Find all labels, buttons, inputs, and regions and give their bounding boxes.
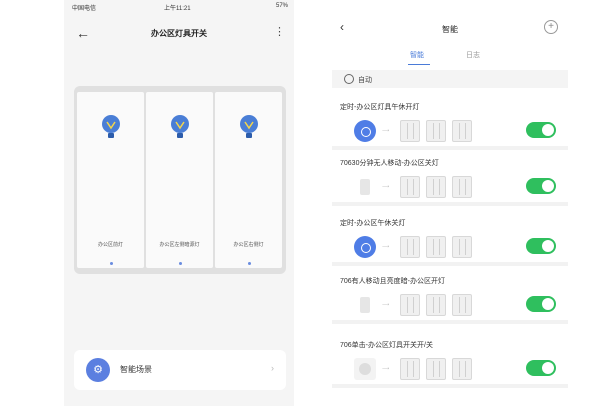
wireless-button-icon [354, 358, 376, 380]
automation-rule[interactable]: 70630分钟无人移动-办公区关灯 ⟶ [332, 150, 568, 206]
auto-section-header[interactable]: 自动 [332, 70, 568, 88]
switch-panel-icon [452, 236, 472, 258]
switch-panel-icon [400, 236, 420, 258]
rule-toggle[interactable] [526, 296, 556, 312]
rule-toggle[interactable] [526, 360, 556, 376]
arrow-icon: ⟶ [382, 128, 390, 134]
smart-automation-screen: ‹ 智能 + 智能 日志 自动 定时-办公区灯具午休开灯 ⟶ 70630分钟无人… [332, 0, 568, 406]
automation-rule[interactable]: 706单击-办公区灯具开关开/关 ⟶ [332, 332, 568, 388]
gang-label: 办公区右侧灯 [233, 242, 264, 248]
scene-label: 智能场景 [120, 365, 152, 374]
rule-title: 定时-办公区灯具午休开灯 [340, 104, 420, 111]
gang-label: 办公区前灯 [97, 242, 123, 248]
switch-panel-icon [400, 120, 420, 142]
indicator-dot [247, 262, 251, 265]
rule-toggle[interactable] [526, 122, 556, 138]
indicator-dot [109, 262, 113, 265]
rule-toggle[interactable] [526, 178, 556, 194]
automation-rule[interactable]: 706有人移动且亮度暗-办公区开灯 ⟶ [332, 268, 568, 324]
rule-title: 706单击-办公区灯具开关开/关 [340, 342, 433, 349]
radio-icon[interactable] [344, 74, 354, 84]
switch-panel-icon [400, 294, 420, 316]
tab-smart[interactable]: 智能 [410, 50, 424, 60]
switch-panel-icon [452, 176, 472, 198]
bulb-icon [101, 115, 120, 138]
arrow-icon: ⟶ [382, 302, 390, 308]
indicator-dot [178, 262, 182, 265]
page-title: 办公区灯具开关 [151, 29, 207, 38]
bulb-icon [239, 115, 258, 138]
switch-panel-icon [426, 358, 446, 380]
sensor-icon [354, 294, 376, 316]
switch-detail-screen: 中国电信 上午11:21 57% ← 办公区灯具开关 ⋮ 办公区前灯 办公区左侧… [64, 0, 294, 406]
more-options-icon[interactable]: ⋮ [274, 25, 285, 38]
chevron-right-icon: › [271, 363, 274, 373]
switch-panel-icon [452, 294, 472, 316]
switch-panel-icon [426, 176, 446, 198]
tab-bar: 智能 日志 [332, 48, 568, 66]
switch-panel-icon [400, 358, 420, 380]
switch-panel-icon [426, 236, 446, 258]
gang-2[interactable]: 办公区左侧暗源灯 [146, 92, 213, 268]
rule-title: 70630分钟无人移动-办公区关灯 [340, 160, 439, 167]
scene-icon: ⚙ [86, 358, 110, 382]
arrow-icon: ⟶ [382, 184, 390, 190]
switch-panel-icon [426, 120, 446, 142]
timer-icon [354, 120, 376, 142]
rule-toggle[interactable] [526, 238, 556, 254]
active-tab-indicator [408, 64, 430, 65]
automation-rule[interactable]: 定时-办公区灯具午休开灯 ⟶ [332, 94, 568, 150]
three-gang-switch-panel: 办公区前灯 办公区左侧暗源灯 办公区右侧灯 [74, 86, 286, 274]
timer-icon [354, 236, 376, 258]
top-bar: ← 办公区灯具开关 ⋮ [64, 20, 294, 48]
page-title: 智能 [442, 25, 458, 34]
switch-panel-icon [426, 294, 446, 316]
add-icon[interactable]: + [544, 20, 558, 34]
tab-log[interactable]: 日志 [466, 50, 480, 60]
smart-scene-row[interactable]: ⚙ 智能场景 › [74, 350, 286, 390]
status-time: 上午11:21 [164, 6, 191, 12]
gang-3[interactable]: 办公区右侧灯 [215, 92, 282, 268]
rule-title: 706有人移动且亮度暗-办公区开灯 [340, 278, 446, 285]
arrow-icon: ⟶ [382, 244, 390, 250]
top-bar: ‹ 智能 + [332, 18, 568, 44]
screenshot-root: 中国电信 上午11:21 57% ← 办公区灯具开关 ⋮ 办公区前灯 办公区左侧… [0, 0, 614, 406]
switch-panel-icon [452, 358, 472, 380]
battery-level: 57% [275, 3, 288, 9]
switch-panel-icon [452, 120, 472, 142]
rule-title: 定时-办公区午休关灯 [340, 220, 406, 227]
gang-label: 办公区左侧暗源灯 [159, 242, 200, 248]
status-bar: 中国电信 上午11:21 57% [64, 0, 294, 14]
gang-1[interactable]: 办公区前灯 [77, 92, 144, 268]
automation-rule[interactable]: 定时-办公区午休关灯 ⟶ [332, 210, 568, 266]
switch-panel-icon [400, 176, 420, 198]
arrow-icon: ⟶ [382, 366, 390, 372]
sensor-icon [354, 176, 376, 198]
bulb-icon [170, 115, 189, 138]
auto-label: 自动 [358, 77, 372, 84]
carrier-label: 中国电信 [72, 6, 97, 12]
